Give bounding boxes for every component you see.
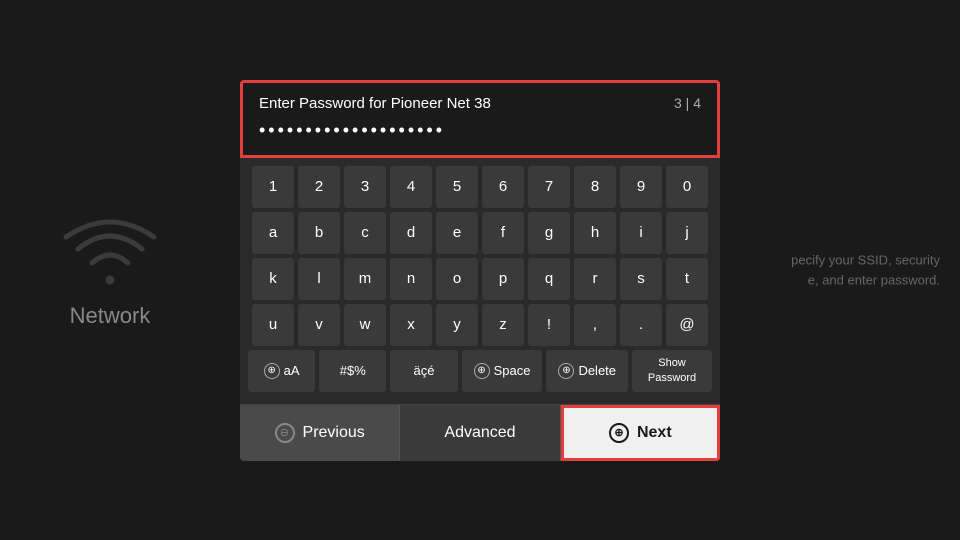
password-title: Enter Password for Pioneer Net 38: [259, 95, 491, 112]
next-icon: ⊕: [609, 423, 629, 443]
key-m[interactable]: m: [344, 258, 386, 300]
key-v[interactable]: v: [298, 304, 340, 346]
key-q[interactable]: q: [528, 258, 570, 300]
network-label: Network: [70, 303, 151, 329]
key-at[interactable]: @: [666, 304, 708, 346]
key-show-password[interactable]: ShowPassword: [632, 350, 712, 392]
key-z[interactable]: z: [482, 304, 524, 346]
key-5[interactable]: 5: [436, 166, 478, 208]
key-delete[interactable]: ⊕ Delete: [546, 350, 628, 392]
key-shift[interactable]: ⊕ aA: [248, 350, 315, 392]
key-1[interactable]: 1: [252, 166, 294, 208]
key-t[interactable]: t: [666, 258, 708, 300]
key-y[interactable]: y: [436, 304, 478, 346]
key-r[interactable]: r: [574, 258, 616, 300]
bottom-button-bar: ⊖ Previous Advanced ⊕ Next: [240, 404, 720, 461]
key-o[interactable]: o: [436, 258, 478, 300]
keyboard-row-numbers: 1 2 3 4 5 6 7 8 9 0: [248, 166, 712, 208]
key-k[interactable]: k: [252, 258, 294, 300]
background-network: Network: [60, 211, 160, 329]
advanced-button[interactable]: Advanced: [399, 405, 560, 461]
previous-icon: ⊖: [275, 423, 295, 443]
key-x[interactable]: x: [390, 304, 432, 346]
keyboard-row-k-t: k l m n o p q r s t: [248, 258, 712, 300]
key-space[interactable]: ⊕ Space: [462, 350, 543, 392]
key-7[interactable]: 7: [528, 166, 570, 208]
key-comma[interactable]: ,: [574, 304, 616, 346]
key-e[interactable]: e: [436, 212, 478, 254]
keyboard-row-special: ⊕ aA #$% äçé ⊕ Space ⊕ Delete ShowPasswo…: [248, 350, 712, 392]
key-4[interactable]: 4: [390, 166, 432, 208]
key-f[interactable]: f: [482, 212, 524, 254]
keyboard-row-u-at: u v w x y z ! , . @: [248, 304, 712, 346]
password-dialog: Enter Password for Pioneer Net 38 3 | 4 …: [240, 80, 720, 461]
key-8[interactable]: 8: [574, 166, 616, 208]
key-period[interactable]: .: [620, 304, 662, 346]
key-exclaim[interactable]: !: [528, 304, 570, 346]
wifi-icon: [60, 211, 160, 291]
key-l[interactable]: l: [298, 258, 340, 300]
password-section: Enter Password for Pioneer Net 38 3 | 4 …: [240, 80, 720, 158]
key-n[interactable]: n: [390, 258, 432, 300]
password-input-display[interactable]: ••••••••••••••••••••: [243, 116, 717, 155]
key-c[interactable]: c: [344, 212, 386, 254]
key-symbols[interactable]: #$%: [319, 350, 386, 392]
key-j[interactable]: j: [666, 212, 708, 254]
key-g[interactable]: g: [528, 212, 570, 254]
key-0[interactable]: 0: [666, 166, 708, 208]
key-w[interactable]: w: [344, 304, 386, 346]
step-indicator: 3 | 4: [674, 95, 701, 111]
key-9[interactable]: 9: [620, 166, 662, 208]
key-i[interactable]: i: [620, 212, 662, 254]
key-h[interactable]: h: [574, 212, 616, 254]
key-u[interactable]: u: [252, 304, 294, 346]
keyboard-row-a-j: a b c d e f g h i j: [248, 212, 712, 254]
key-3[interactable]: 3: [344, 166, 386, 208]
key-p[interactable]: p: [482, 258, 524, 300]
password-header-row: Enter Password for Pioneer Net 38 3 | 4: [243, 83, 717, 116]
key-accents[interactable]: äçé: [390, 350, 457, 392]
key-b[interactable]: b: [298, 212, 340, 254]
background-hint-text: pecify your SSID, security e, and enter …: [780, 251, 940, 290]
next-button[interactable]: ⊕ Next: [561, 405, 720, 461]
on-screen-keyboard: 1 2 3 4 5 6 7 8 9 0 a b c d e f g h i j …: [240, 158, 720, 404]
previous-button[interactable]: ⊖ Previous: [240, 405, 399, 461]
key-6[interactable]: 6: [482, 166, 524, 208]
key-s[interactable]: s: [620, 258, 662, 300]
key-d[interactable]: d: [390, 212, 432, 254]
key-2[interactable]: 2: [298, 166, 340, 208]
key-a[interactable]: a: [252, 212, 294, 254]
